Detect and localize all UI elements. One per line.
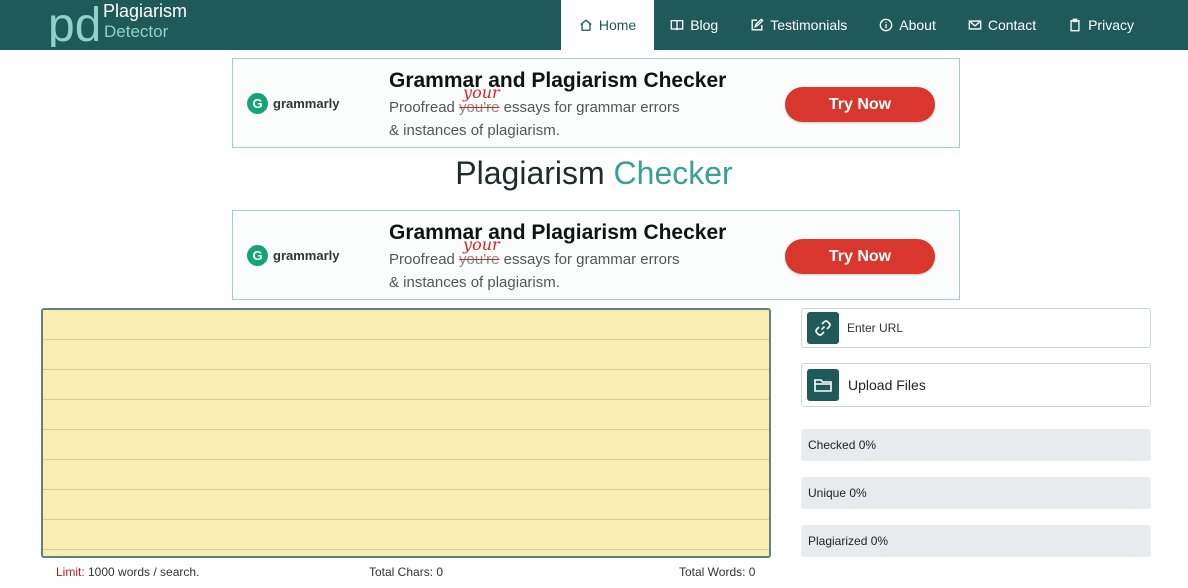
text-input-area[interactable]: [41, 308, 771, 558]
ad-correction-word: your: [463, 83, 500, 102]
ad-brand: G grammarly: [247, 93, 339, 114]
ad-line-1: Proofread you're your essays for grammar …: [389, 235, 680, 268]
ad-title: Grammar and Plagiarism Checker: [389, 221, 727, 244]
logo-text: Plagiarism Detector: [103, 2, 187, 41]
ad-try-now-button[interactable]: Try Now: [785, 87, 935, 122]
info-icon: [879, 18, 893, 32]
page-title-accent: Checker: [613, 155, 733, 191]
ad-line-2: & instances of plagiarism.: [389, 122, 560, 139]
ad-line-1-suffix: essays for grammar errors: [499, 251, 680, 268]
ad-brand: G grammarly: [247, 245, 339, 266]
book-icon: [670, 19, 684, 31]
total-words: Total Words: 0: [679, 565, 756, 579]
ad-line-1: Proofread you're your essays for grammar …: [389, 83, 680, 116]
link-icon-tile: [807, 312, 839, 344]
folder-icon: [814, 379, 832, 392]
word-limit-note: Limit: 1000 words / search.: [56, 565, 199, 579]
unique-percentage: Unique 0%: [801, 477, 1151, 509]
ad-try-now-button[interactable]: Try Now: [785, 239, 935, 274]
plagiarized-percentage: Plagiarized 0%: [801, 525, 1151, 557]
nav-label-contact: Contact: [987, 17, 1037, 33]
checked-percentage: Checked 0%: [801, 429, 1151, 461]
mail-icon: [968, 20, 982, 30]
edit-icon: [751, 18, 764, 31]
limit-text: 1000 words / search.: [84, 565, 200, 579]
total-chars: Total Chars: 0: [369, 565, 444, 579]
logo-name-line1: Plagiarism: [103, 1, 188, 21]
upload-files-label: Upload Files: [848, 377, 926, 393]
ad-struck-word: you're your: [459, 83, 500, 116]
clipboard-icon: [1070, 18, 1080, 32]
ad-correction-word: your: [463, 235, 500, 254]
top-navbar: pd Plagiarism Detector Home Blog Testimo…: [0, 0, 1188, 50]
page-title-part1: Plagiarism: [455, 155, 614, 191]
ad-brand-word: grammarly: [273, 248, 340, 263]
upload-files-button[interactable]: Upload Files: [801, 363, 1151, 407]
url-field-container: [801, 308, 1151, 348]
ad-brand-word: grammarly: [273, 96, 340, 111]
ad-line-1-prefix: Proofread: [389, 251, 460, 268]
nav-label-blog: Blog: [690, 17, 719, 33]
nav-label-about: About: [899, 17, 936, 33]
nav-label-privacy: Privacy: [1088, 17, 1134, 33]
nav-item-privacy[interactable]: Privacy: [1052, 0, 1150, 50]
limit-label: Limit:: [56, 565, 85, 579]
ad-line-1-prefix: Proofread: [389, 99, 460, 116]
site-logo[interactable]: pd Plagiarism Detector: [48, 0, 187, 50]
page-title: Plagiarism Checker: [0, 155, 1188, 192]
ad-struck-word: you're your: [459, 235, 500, 268]
nav-item-blog[interactable]: Blog: [654, 0, 734, 50]
grammarly-logo-icon: G: [247, 93, 268, 114]
grammarly-ad-top[interactable]: G grammarly Grammar and Plagiarism Check…: [232, 58, 960, 148]
ad-title: Grammar and Plagiarism Checker: [389, 69, 727, 92]
nav-item-testimonials[interactable]: Testimonials: [734, 0, 863, 50]
nav-label-testimonials: Testimonials: [770, 17, 848, 33]
ad-line-1-suffix: essays for grammar errors: [499, 99, 680, 116]
main-nav: Home Blog Testimonials About Contact Pri…: [560, 0, 1150, 50]
nav-item-contact[interactable]: Contact: [952, 0, 1052, 50]
logo-mark-icon: pd: [48, 3, 98, 47]
svg-text:pd: pd: [48, 3, 98, 47]
url-input[interactable]: [847, 313, 1137, 343]
grammarly-logo-icon: G: [247, 245, 268, 266]
nav-item-about[interactable]: About: [863, 0, 952, 50]
home-icon: [580, 19, 592, 31]
nav-label-home: Home: [598, 17, 637, 33]
logo-name-line2: Detector: [104, 22, 169, 41]
link-icon: [815, 320, 831, 336]
ad-line-2: & instances of plagiarism.: [389, 274, 560, 291]
nav-item-home[interactable]: Home: [560, 0, 655, 50]
folder-icon-tile: [807, 369, 839, 401]
grammarly-ad-bottom[interactable]: G grammarly Grammar and Plagiarism Check…: [232, 210, 960, 300]
